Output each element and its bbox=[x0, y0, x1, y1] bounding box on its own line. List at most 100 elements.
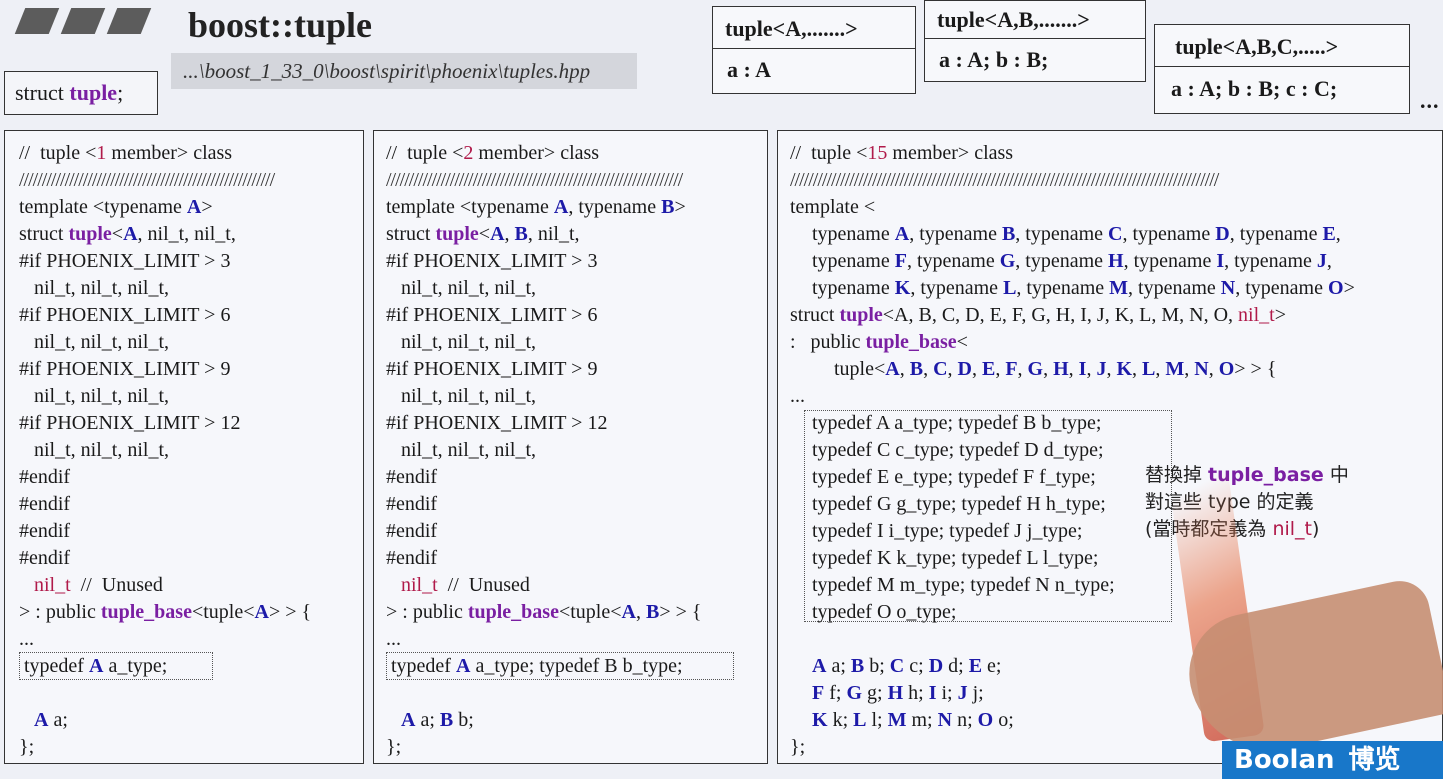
base-arg: B bbox=[909, 358, 924, 380]
member-type: N bbox=[937, 709, 953, 731]
separator: , bbox=[910, 277, 921, 299]
separator: , bbox=[1106, 358, 1117, 380]
code-line: nil_t, nil_t, nil_t, bbox=[19, 277, 170, 299]
separator: , bbox=[1132, 358, 1143, 380]
code-base: > : public tuple_base<tuple<A> > { bbox=[19, 601, 312, 623]
base-arg: N bbox=[1194, 358, 1209, 380]
member-name: g; bbox=[862, 682, 888, 704]
member-name: f; bbox=[824, 682, 847, 704]
code-line: nil_t, nil_t, nil_t, bbox=[19, 331, 170, 353]
typename-arg: I bbox=[1216, 250, 1225, 272]
typename-arg: D bbox=[1215, 223, 1230, 245]
typename-line-1: typename A, typename B, typename C, type… bbox=[790, 221, 1442, 248]
code-template: template < bbox=[790, 196, 876, 218]
code-separator: ////////////////////////////////////////… bbox=[386, 169, 683, 191]
code-line: #endif bbox=[19, 493, 71, 515]
typename-keyword: typename bbox=[920, 277, 1004, 299]
base-arg: A bbox=[885, 358, 900, 380]
separator: , bbox=[1068, 358, 1079, 380]
typename-keyword: typename bbox=[1133, 250, 1217, 272]
typename-arg: H bbox=[1108, 250, 1124, 272]
member-name: h; bbox=[903, 682, 929, 704]
base-arg: E bbox=[981, 358, 996, 380]
separator: , bbox=[909, 223, 920, 245]
member-type: H bbox=[887, 682, 904, 704]
typename-keyword: typename bbox=[1026, 277, 1110, 299]
code-struct: struct tuple<A, B, C, D, E, F, G, H, I, … bbox=[790, 304, 1286, 326]
separator: , bbox=[1016, 277, 1027, 299]
separator: , bbox=[1155, 358, 1166, 380]
member-type: L bbox=[853, 709, 867, 731]
member-name: n; bbox=[952, 709, 978, 731]
struct-prefix: struct bbox=[15, 80, 70, 105]
member-type: O bbox=[977, 709, 994, 731]
separator: > bbox=[1343, 277, 1355, 299]
member-type: J bbox=[957, 682, 968, 704]
separator: , bbox=[1015, 250, 1026, 272]
code-line: #endif bbox=[386, 466, 438, 488]
separator: , bbox=[1229, 223, 1240, 245]
typename-arg: L bbox=[1003, 277, 1017, 299]
separator: , bbox=[1043, 358, 1054, 380]
code-typedef: typedef A a_type; bbox=[19, 652, 363, 680]
typename-keyword: typename bbox=[1245, 277, 1328, 299]
separator: , bbox=[1015, 223, 1026, 245]
code-line: #if PHOENIX_LIMIT > 9 bbox=[19, 358, 231, 380]
typename-arg: A bbox=[894, 223, 910, 245]
tuple-box-body: a : A; b : B; c : C; bbox=[1171, 76, 1338, 101]
code-line: #if PHOENIX_LIMIT > 6 bbox=[386, 304, 598, 326]
member-type: G bbox=[846, 682, 862, 704]
member-type: A bbox=[812, 655, 827, 677]
code-line: #endif bbox=[19, 520, 71, 542]
code-member: A a; B b; bbox=[401, 709, 474, 731]
code-comment: // tuple <1 member> class bbox=[19, 142, 233, 164]
code-template: template <typename A> bbox=[19, 196, 213, 218]
code-line: #endif bbox=[386, 493, 438, 515]
code-ellipsis: ... bbox=[386, 628, 401, 650]
code-separator: ////////////////////////////////////////… bbox=[19, 169, 275, 191]
base-arg: D bbox=[957, 358, 972, 380]
base-arg: K bbox=[1116, 358, 1133, 380]
base-arg: O bbox=[1218, 358, 1235, 380]
code-struct: struct tuple<A, nil_t, nil_t, bbox=[19, 223, 236, 245]
member-count: 15 bbox=[867, 142, 888, 164]
typename-keyword: typename bbox=[1025, 250, 1109, 272]
code-line: nil_t, nil_t, nil_t, bbox=[386, 331, 537, 353]
separator: , bbox=[906, 250, 917, 272]
code-close: }; bbox=[19, 736, 35, 758]
code-member: A a; bbox=[34, 709, 68, 731]
code-comment: // tuple <2 member> class bbox=[386, 142, 600, 164]
tuple-box-body: a : A bbox=[727, 57, 771, 82]
member-name: o; bbox=[993, 709, 1014, 731]
tuple-box-2: tuple<A,B,.......> a : A; b : B; bbox=[924, 0, 1146, 82]
typename-keyword: typename bbox=[916, 250, 1000, 272]
typename-line-2: typename F, typename G, typename H, type… bbox=[790, 248, 1442, 275]
code-line: nil_t, nil_t, nil_t, bbox=[386, 439, 537, 461]
separator: , bbox=[947, 358, 958, 380]
typename-keyword: typename bbox=[919, 223, 1002, 245]
typename-arg: N bbox=[1220, 277, 1236, 299]
separator: , bbox=[1122, 223, 1133, 245]
code-line: #if PHOENIX_LIMIT > 12 bbox=[19, 412, 241, 434]
logo-bars bbox=[14, 8, 154, 36]
code-panel-1: // tuple <1 member> class //////////////… bbox=[4, 130, 364, 764]
member-name: l; bbox=[866, 709, 888, 731]
code-close: }; bbox=[386, 736, 402, 758]
tuple-box-3: tuple<A,B,C,.....> a : A; b : B; c : C; bbox=[1154, 24, 1410, 114]
struct-suffix: ; bbox=[117, 80, 124, 105]
member-type: K bbox=[812, 709, 828, 731]
member-type: M bbox=[887, 709, 907, 731]
separator: , bbox=[971, 358, 982, 380]
base-close: > > { bbox=[1234, 358, 1277, 380]
tuple-more-ellipsis: ... bbox=[1420, 88, 1440, 113]
base-tuple: tuple< bbox=[834, 358, 886, 380]
separator: , bbox=[1017, 358, 1028, 380]
separator: , bbox=[1235, 277, 1246, 299]
member-type: E bbox=[968, 655, 983, 677]
separator: , bbox=[1128, 277, 1139, 299]
member-name: a; bbox=[826, 655, 851, 677]
struct-tuple-label: struct tuple; bbox=[4, 71, 158, 115]
code-comment: // tuple <15 member> class bbox=[790, 142, 1014, 164]
code-line: #if PHOENIX_LIMIT > 9 bbox=[386, 358, 598, 380]
typename-arg: O bbox=[1328, 277, 1344, 299]
